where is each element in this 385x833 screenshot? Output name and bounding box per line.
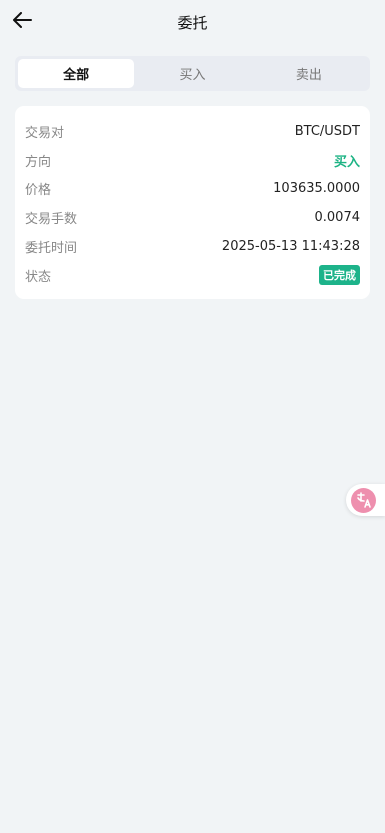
row-direction: 方向 买入 [25,146,360,175]
row-lots: 交易手数 0.0074 [25,203,360,232]
header: 委托 [0,0,385,42]
order-card[interactable]: 交易对 BTC/USDT 方向 买入 价格 103635.0000 交易手数 0… [15,106,370,299]
row-value: BTC/USDT [294,123,360,139]
row-label: 委托时间 [25,241,78,257]
row-label: 交易手数 [25,212,78,228]
translate-icon [351,487,376,513]
direction-tabs: 全部 买入 卖出 [15,56,370,91]
row-value: 买入 [333,154,360,170]
status-badge: 已完成 [319,265,360,286]
tab-sell[interactable]: 卖出 [251,59,367,88]
page-title: 委托 [177,14,208,32]
row-value: 103635.0000 [273,181,360,197]
tab-all[interactable]: 全部 [18,59,135,88]
row-status: 状态 已完成 [25,261,360,290]
row-value: 2025-05-13 11:43:28 [221,239,360,255]
row-order-time: 委托时间 2025-05-13 11:43:28 [25,232,360,261]
row-label: 状态 [25,269,52,285]
row-price: 价格 103635.0000 [25,175,360,204]
row-trading-pair: 交易对 BTC/USDT [25,117,360,146]
row-value: 0.0074 [314,210,361,226]
tab-buy[interactable]: 买入 [134,59,250,88]
row-label: 价格 [25,183,52,199]
row-label: 交易对 [25,125,65,141]
translate-button[interactable] [346,484,385,516]
row-label: 方向 [25,154,52,170]
